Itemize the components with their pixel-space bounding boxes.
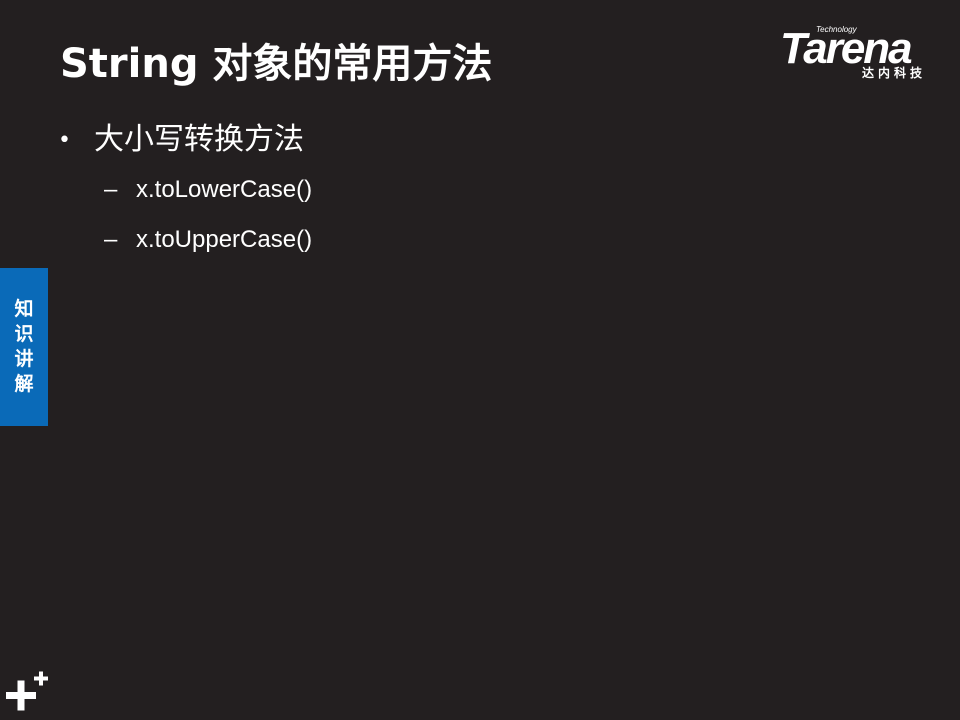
- sub-bullet-item: – x.toLowerCase(): [104, 174, 312, 206]
- plus-mark-icon: [6, 670, 52, 716]
- bullet-text: 大小写转换方法: [94, 122, 304, 157]
- sub-bullet-text: x.toUpperCase(): [136, 226, 313, 253]
- knowledge-tab: 知识讲解: [0, 268, 48, 426]
- sub-bullet-item: – x.toUpperCase(): [104, 224, 312, 256]
- knowledge-tab-label: 知识讲解: [14, 298, 34, 395]
- logo-technology-label: Technology: [816, 25, 857, 34]
- bullet-icon: •: [58, 127, 71, 153]
- slide-title: String 对象的常用方法: [60, 41, 493, 87]
- sub-bullet-icon: –: [104, 226, 118, 253]
- logo-chinese-name: 达内科技: [862, 66, 927, 80]
- slide: String 对象的常用方法 Tarena Technology 达内科技 • 大…: [0, 0, 960, 720]
- tarena-logo: Tarena Technology 达内科技: [780, 22, 948, 86]
- sub-bullet-text: x.toLowerCase(): [136, 176, 313, 203]
- bullet-item: • 大小写转换方法: [58, 120, 304, 161]
- sub-bullet-icon: –: [104, 176, 118, 203]
